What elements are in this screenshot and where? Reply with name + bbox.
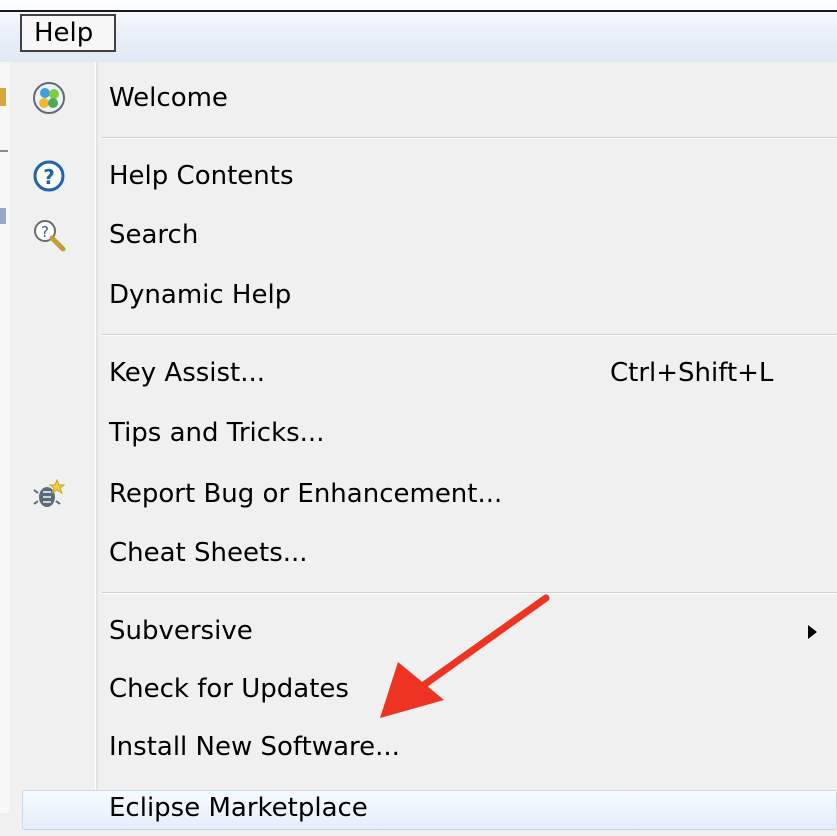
submenu-arrow-icon (808, 625, 817, 639)
menu-item-report-bug[interactable]: Report Bug or Enhancement... (10, 466, 837, 522)
menu-item-key-assist[interactable]: Key Assist... Ctrl+Shift+L (10, 345, 837, 401)
background-toolbar-icon (0, 208, 6, 224)
menu-item-label: Install New Software... (109, 732, 400, 762)
menu-item-eclipse-marketplace[interactable]: Eclipse Marketplace (10, 780, 837, 836)
help-menu-title[interactable]: Help (20, 14, 116, 52)
menu-item-label: Help Contents (109, 161, 294, 191)
menu-item-label: Welcome (109, 83, 228, 113)
menu-separator (102, 334, 837, 336)
menu-bar: Help (0, 0, 837, 62)
menu-item-label: Key Assist... (109, 358, 266, 388)
menu-item-search[interactable]: ? Search (10, 207, 837, 263)
question-icon: ? (33, 160, 65, 192)
menu-separator (102, 137, 837, 139)
menu-item-cheat-sheets[interactable]: Cheat Sheets... (10, 525, 837, 581)
background-divider (0, 150, 8, 152)
menu-item-dynamic-help[interactable]: Dynamic Help (10, 267, 837, 323)
menu-item-label: Subversive (109, 616, 253, 646)
menu-item-label: Report Bug or Enhancement... (109, 479, 503, 509)
background-toolbar-icon (0, 88, 6, 106)
menu-item-label: Cheat Sheets... (109, 538, 308, 568)
bug-report-icon (33, 478, 66, 507)
menu-item-tips-and-tricks[interactable]: Tips and Tricks... (10, 405, 837, 461)
menu-item-help-contents[interactable]: ? Help Contents (10, 148, 837, 204)
welcome-icon (33, 82, 65, 114)
menu-item-label: Tips and Tricks... (109, 418, 325, 448)
keyboard-shortcut: Ctrl+Shift+L (610, 358, 774, 388)
svg-text:?: ? (41, 223, 49, 241)
window-border (0, 10, 837, 12)
search-help-icon: ? (34, 220, 66, 252)
menu-item-label: Dynamic Help (109, 280, 292, 310)
menu-item-label: Eclipse Marketplace (109, 793, 368, 823)
svg-text:?: ? (43, 165, 55, 189)
menu-item-label: Check for Updates (109, 674, 349, 704)
annotation-arrow-icon (380, 594, 550, 718)
menu-item-label: Search (109, 220, 199, 250)
menu-item-welcome[interactable]: Welcome (10, 70, 837, 126)
